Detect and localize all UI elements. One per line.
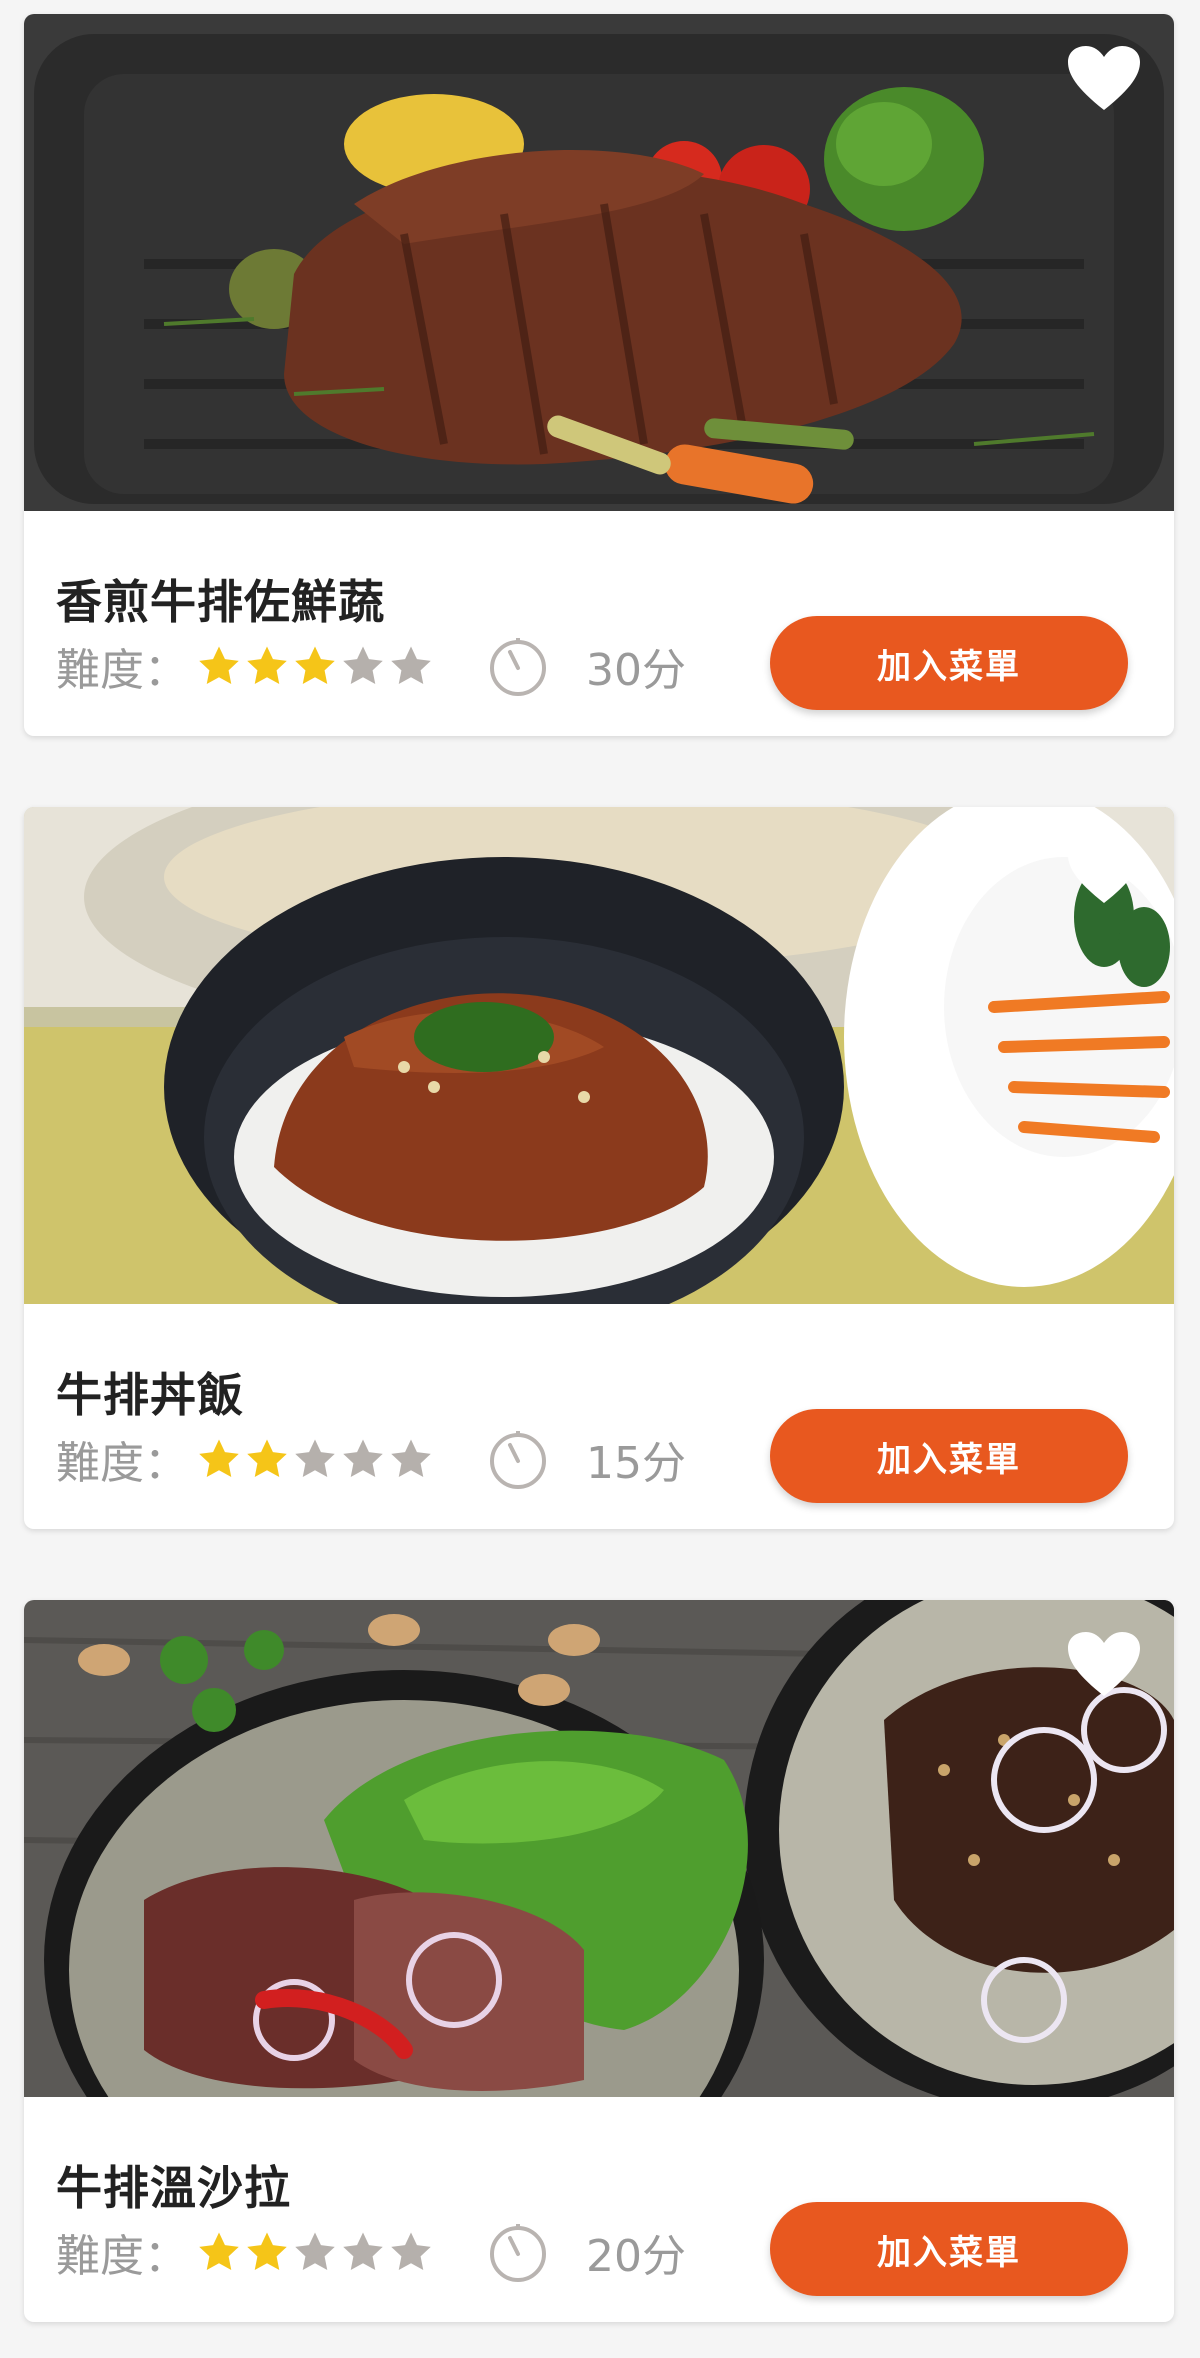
star-empty-icon (391, 646, 431, 685)
star-filled-icon (295, 646, 335, 685)
cook-time: 20分 (586, 2231, 686, 2282)
recipe-title: 牛排丼飯 (56, 1368, 244, 1422)
add-to-menu-button[interactable]: 加入菜單 (770, 616, 1128, 710)
star-empty-icon (343, 646, 383, 685)
difficulty-rating (196, 1436, 436, 1482)
star-empty-icon (343, 1439, 383, 1478)
star-filled-icon (199, 646, 239, 685)
add-to-menu-button[interactable]: 加入菜單 (770, 1409, 1128, 1503)
add-to-menu-button[interactable]: 加入菜單 (770, 2202, 1128, 2296)
recipe-meta: 難度： 15分 (56, 1427, 686, 1491)
star-filled-icon (199, 2232, 239, 2271)
difficulty-rating (196, 643, 436, 689)
star-empty-icon (295, 2232, 335, 2271)
star-filled-icon (199, 1439, 239, 1478)
heart-icon[interactable] (1066, 44, 1142, 114)
star-filled-icon (247, 1439, 287, 1478)
cook-time: 30分 (586, 645, 686, 696)
timer-icon (490, 638, 546, 696)
star-empty-icon (391, 2232, 431, 2271)
heart-icon[interactable] (1066, 837, 1142, 907)
recipe-card[interactable]: 牛排丼飯 難度： 15分 加入菜單 (24, 807, 1174, 1529)
difficulty-label: 難度： (56, 2231, 188, 2282)
difficulty-label: 難度： (56, 1438, 188, 1489)
star-empty-icon (391, 1439, 431, 1478)
recipe-meta: 難度： 20分 (56, 2220, 686, 2284)
heart-icon[interactable] (1066, 1630, 1142, 1700)
cook-time: 15分 (586, 1438, 686, 1489)
star-filled-icon (247, 2232, 287, 2271)
star-empty-icon (295, 1439, 335, 1478)
timer-icon (490, 1431, 546, 1489)
difficulty-rating (196, 2229, 436, 2275)
recipe-title: 牛排溫沙拉 (56, 2161, 291, 2215)
star-filled-icon (247, 646, 287, 685)
star-empty-icon (343, 2232, 383, 2271)
recipe-meta: 難度： 30分 (56, 634, 686, 698)
recipe-card[interactable]: 香煎牛排佐鮮蔬 難度： 30分 加入菜單 (24, 14, 1174, 736)
recipe-image-grilled-steak[interactable] (24, 14, 1174, 511)
difficulty-label: 難度： (56, 645, 188, 696)
recipe-card[interactable]: 牛排溫沙拉 難度： 20分 加入菜單 (24, 1600, 1174, 2322)
recipe-list: 香煎牛排佐鮮蔬 難度： 30分 加入菜單 牛排丼飯 難度： 15分 加入菜單 牛… (0, 0, 1200, 2358)
timer-icon (490, 2224, 546, 2282)
recipe-image-beef-rice-bowl[interactable] (24, 807, 1174, 1304)
recipe-image-steak-salad[interactable] (24, 1600, 1174, 2097)
recipe-title: 香煎牛排佐鮮蔬 (56, 575, 385, 629)
